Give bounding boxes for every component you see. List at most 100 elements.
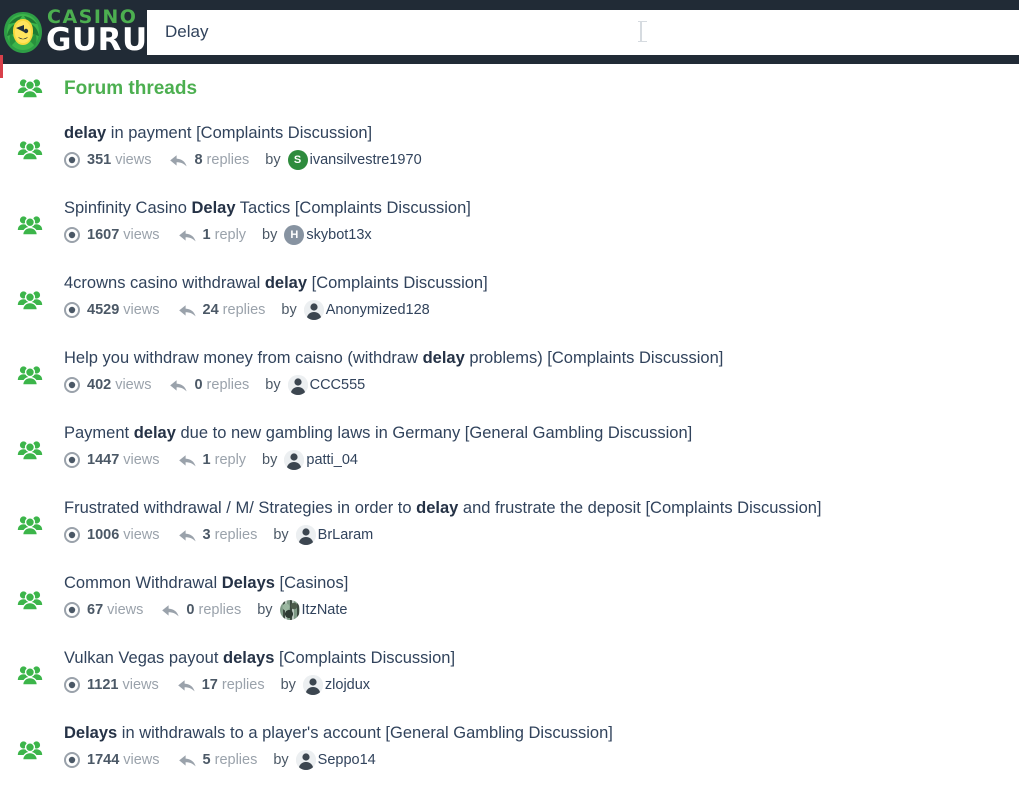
users-icon [17,664,43,686]
thread-title-text: in payment [Complaints Discussion] [106,124,373,142]
users-icon [17,214,43,236]
views-label: views [123,452,160,468]
thread-row[interactable]: Vulkan Vegas payout delays [Complaints D… [0,639,1019,714]
replies-count: 0 [186,602,195,618]
thread-row[interactable]: delay in payment [Complaints Discussion]… [0,114,1019,189]
author-name[interactable]: ItzNate [302,602,348,618]
author-name[interactable]: CCC555 [310,377,366,393]
replies-count: 1 [202,452,211,468]
thread-meta: 402 views 0 replies by CCC555 [64,375,1019,395]
thread-title-link[interactable]: Common Withdrawal Delays [Casinos] [64,572,1019,594]
views-icon [64,302,80,318]
thread-meta: 1607 views 1 reply by Hskybot13x [64,225,1019,245]
views-icon [64,602,80,618]
by-label: by [281,302,297,318]
thread-row[interactable]: Frustrated withdrawal / M/ Strategies in… [0,489,1019,564]
users-icon [17,364,43,386]
avatar[interactable]: S [287,150,308,170]
author-name[interactable]: BrLaram [318,527,374,543]
avatar[interactable] [302,675,323,695]
views-label: views [115,377,152,393]
reply-arrow-icon [178,303,197,319]
replies-label: replies [214,527,258,543]
by-label: by [265,152,281,168]
by-label: by [273,752,289,768]
site-logo[interactable]: CASINO GURU [0,0,147,64]
avatar[interactable] [295,525,316,545]
thread-title-link[interactable]: 4crowns casino withdrawal delay [Complai… [64,272,1019,294]
thread-title-text: [Casinos] [274,574,349,592]
thread-row[interactable]: Delays in withdrawals to a player's acco… [0,714,1019,789]
by-label: by [273,527,289,543]
thread-row[interactable]: Common Withdrawal Delays [Casinos] 67 vie… [0,564,1019,639]
thread-title-link[interactable]: Payment delay due to new gambling laws i… [64,422,1019,444]
thread-meta: 4529 views 24 replies by Anonymized128 [64,300,1019,320]
views-count: 1121 [87,677,119,693]
search-input[interactable] [147,9,1019,55]
users-icon [17,589,43,611]
avatar[interactable] [287,375,308,395]
thread-title-text: [Complaints Discussion] [307,274,488,292]
author-name[interactable]: zlojdux [325,677,370,693]
thread-title-text: Help you withdraw money from caisno (wit… [64,349,423,367]
thread-title-text: Payment [64,424,134,442]
forum-threads-section-header: Forum threads [0,64,1019,114]
by-label: by [265,377,281,393]
thread-title-link[interactable]: Vulkan Vegas payout delays [Complaints D… [64,647,1019,669]
thread-meta: 67 views 0 replies by ItzNate [64,600,1019,620]
author-name[interactable]: patti_04 [306,452,358,468]
replies-count: 24 [202,302,219,318]
thread-title-link[interactable]: Spinfinity Casino Delay Tactics [Complai… [64,197,1019,219]
replies-label: replies [214,752,258,768]
avatar[interactable] [284,450,305,470]
left-accent-bar [0,55,3,78]
avatar[interactable] [295,750,316,770]
users-icon [17,439,43,461]
thread-title-link[interactable]: Help you withdraw money from caisno (wit… [64,347,1019,369]
replies-count: 17 [201,677,218,693]
views-icon [64,677,80,693]
replies-count: 3 [202,527,211,543]
thread-title-text: Frustrated withdrawal / M/ Strategies in… [64,499,417,517]
views-label: views [123,302,160,318]
views-icon [64,227,80,243]
views-label: views [122,677,159,693]
users-icon [17,139,43,161]
avatar[interactable]: H [284,225,305,245]
thread-title-text: in withdrawals to a player's account [Ge… [117,724,613,742]
thread-title-link[interactable]: delay in payment [Complaints Discussion] [64,122,1019,144]
replies-count: 8 [194,152,203,168]
views-icon [64,752,80,768]
thread-title-text: and frustrate the deposit [Complaints Di… [458,499,822,517]
avatar[interactable] [303,300,324,320]
replies-label: replies [221,677,265,693]
avatar[interactable] [279,600,300,620]
thread-row[interactable]: Help you withdraw money from caisno (wit… [0,339,1019,414]
guru-lion-head-icon [2,10,44,56]
author-name[interactable]: skybot13x [306,227,371,243]
author-name[interactable]: Anonymized128 [326,302,430,318]
reply-arrow-icon [161,603,180,619]
thread-title-link[interactable]: Delays in withdrawals to a player's acco… [64,722,1019,744]
logo-wordmark: CASINO GURU [46,8,148,56]
thread-title-text: Vulkan Vegas payout [64,649,224,667]
views-icon [64,377,80,393]
replies-label: replies [222,302,266,318]
thread-title-text: due to new gambling laws in Germany [Gen… [175,424,693,442]
thread-row[interactable]: Spinfinity Casino Delay Tactics [Complai… [0,189,1019,264]
author-name[interactable]: ivansilvestre1970 [310,152,422,168]
reply-arrow-icon [169,153,188,169]
replies-label: replies [206,152,250,168]
views-icon [64,527,80,543]
author-name[interactable]: Seppo14 [318,752,376,768]
thread-row[interactable]: Payment delay due to new gambling laws i… [0,414,1019,489]
thread-meta: 351 views 8 replies by Sivansilvestre1970 [64,150,1019,170]
thread-row[interactable]: 4crowns casino withdrawal delay [Complai… [0,264,1019,339]
replies-count: 5 [202,752,211,768]
replies-count: 1 [202,227,211,243]
thread-title-text: 4crowns casino withdrawal [64,274,265,292]
views-label: views [123,752,160,768]
thread-title-link[interactable]: Frustrated withdrawal / M/ Strategies in… [64,497,1019,519]
logo-guru-text: GURU [46,22,148,58]
search-bar[interactable] [147,0,1019,64]
